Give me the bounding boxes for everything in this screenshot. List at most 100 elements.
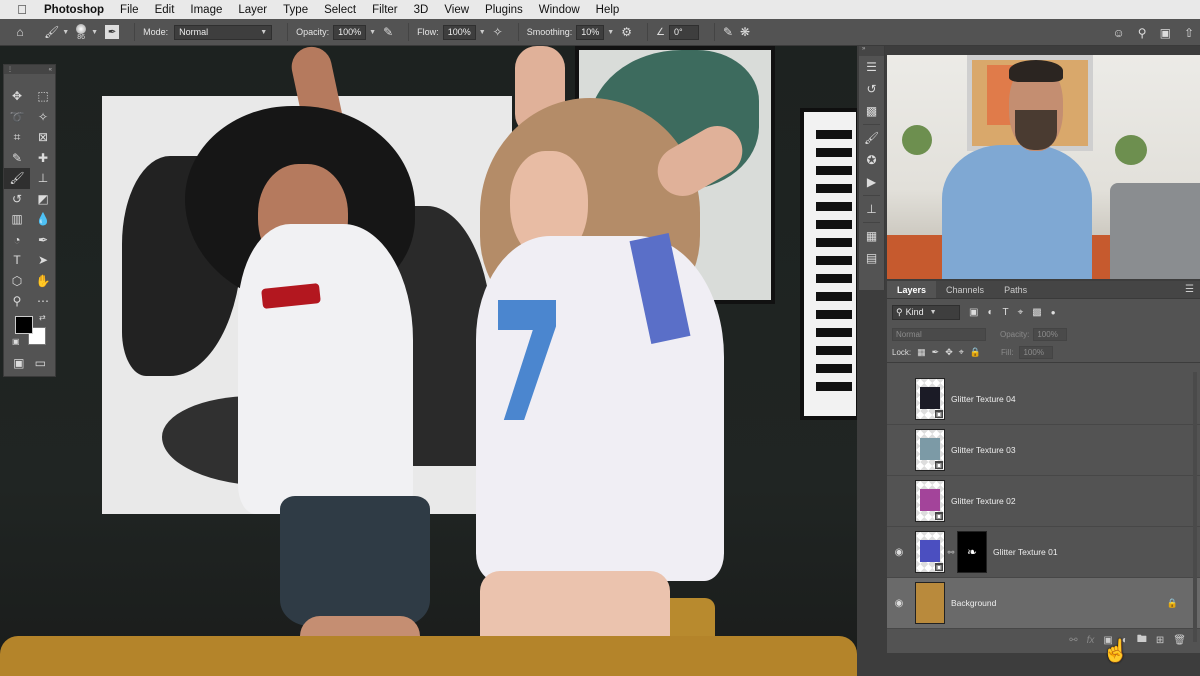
filter-toggle-icon[interactable]: ● — [1051, 308, 1056, 317]
visibility-eye-icon[interactable]: ◉ — [887, 598, 911, 609]
layer-row[interactable]: ▣ Glitter Texture 02 — [887, 476, 1200, 527]
menu-image[interactable]: Image — [182, 4, 230, 16]
menu-window[interactable]: Window — [531, 4, 588, 16]
lock-image-icon[interactable]: ✒ — [932, 347, 940, 358]
layer-thumbnail[interactable]: ▣ — [915, 480, 945, 522]
menu-filter[interactable]: Filter — [364, 4, 406, 16]
lock-transparency-icon[interactable]: ▦ — [917, 347, 926, 358]
properties-panel-icon[interactable]: ▦ — [859, 225, 884, 247]
opacity-input[interactable]: 100% — [333, 24, 367, 40]
smoothing-settings-gear-icon[interactable]: ⚙ — [621, 25, 632, 39]
lock-position-icon[interactable]: ✥ — [945, 347, 953, 358]
chevron-down-icon[interactable]: ▼ — [607, 29, 614, 36]
menu-plugins[interactable]: Plugins — [477, 4, 531, 16]
move-tool-icon[interactable]: ✥ — [4, 86, 30, 107]
marquee-tool-icon[interactable]: ⬚ — [30, 86, 56, 107]
mode-select[interactable]: Normal ▼ — [174, 24, 273, 40]
brush-preset-icon[interactable]: 🖌 — [44, 25, 59, 39]
document-canvas[interactable] — [0, 46, 857, 676]
chevron-down-icon[interactable]: ▼ — [91, 29, 98, 36]
layer-thumbnail[interactable]: ▣ — [915, 531, 945, 573]
layer-name[interactable]: Glitter Texture 01 — [993, 547, 1058, 557]
more-tools-icon[interactable]: ⋯ — [30, 291, 56, 312]
actions-panel-icon[interactable]: ▶ — [859, 171, 884, 193]
history-brush-tool-icon[interactable]: ↺ — [4, 189, 30, 210]
zoom-tool-icon[interactable]: ⚲ — [4, 291, 30, 312]
brush-settings-icon[interactable]: ✒ — [105, 25, 120, 39]
layer-name[interactable]: Glitter Texture 04 — [951, 394, 1016, 404]
layer-mask-thumbnail[interactable]: ❧ — [957, 531, 987, 573]
lock-artboard-icon[interactable]: ⌖ — [959, 347, 964, 358]
layer-style-fx-icon[interactable]: fx — [1087, 635, 1095, 646]
new-group-folder-icon[interactable]: 🖿 — [1137, 632, 1147, 649]
menu-select[interactable]: Select — [316, 4, 364, 16]
history-icon[interactable]: ↺ — [859, 78, 884, 100]
healing-brush-tool-icon[interactable]: ✚ — [30, 148, 56, 169]
stamp-tool-icon[interactable]: ⊥ — [30, 168, 56, 189]
filter-kind-select[interactable]: ⚲ Kind ▼ — [892, 304, 960, 320]
tab-channels[interactable]: Channels — [936, 281, 994, 298]
symmetry-butterfly-icon[interactable]: ❋ — [740, 25, 750, 39]
mask-link-chain-icon[interactable]: ⚯ — [945, 548, 957, 557]
tab-layers[interactable]: Layers — [887, 281, 937, 298]
airbrush-icon[interactable]: ✧ — [493, 25, 503, 39]
hand-tool-icon[interactable]: ✋ — [30, 271, 56, 292]
layer-row[interactable]: ▣ Glitter Texture 03 — [887, 425, 1200, 476]
brush-settings-panel-icon[interactable]: 🖌 — [859, 127, 884, 149]
notes-panel-icon[interactable]: ▤ — [859, 247, 884, 269]
libraries-icon[interactable]: ▩ — [859, 100, 884, 122]
eyedropper-tool-icon[interactable]: ✎ — [4, 148, 30, 169]
chevron-down-icon[interactable]: ▼ — [479, 29, 486, 36]
smoothing-input[interactable]: 10% — [576, 24, 605, 40]
layer-thumbnail[interactable] — [915, 582, 945, 624]
layer-row[interactable]: ◉ Background 🔒 — [887, 578, 1200, 629]
lock-all-icon[interactable]: 🔒 — [970, 347, 981, 358]
brush-tip-icon[interactable] — [76, 23, 87, 34]
flow-input[interactable]: 100% — [442, 24, 476, 40]
apple-icon[interactable]:  — [0, 2, 44, 17]
filter-smart-object-icon[interactable]: ▩ — [1032, 307, 1041, 318]
blend-mode-select[interactable]: Normal — [892, 327, 986, 341]
delete-layer-trash-icon[interactable]: 🗑 — [1173, 635, 1186, 646]
share-user-icon[interactable]: ☺ — [1113, 26, 1125, 40]
magic-wand-tool-icon[interactable]: ✧ — [30, 107, 56, 128]
menu-app-name[interactable]: Photoshop — [44, 4, 112, 16]
pen-tool-icon[interactable]: ✒ — [30, 230, 56, 251]
filter-pixel-icon[interactable]: ▣ — [969, 307, 978, 318]
clone-source-icon[interactable]: ⊥ — [859, 198, 884, 220]
menu-3d[interactable]: 3D — [406, 4, 437, 16]
menu-type[interactable]: Type — [275, 4, 316, 16]
home-icon[interactable]: ⌂ — [16, 25, 23, 39]
new-layer-icon[interactable]: ⊞ — [1156, 635, 1164, 646]
chevron-down-icon[interactable]: ▼ — [369, 29, 376, 36]
search-icon[interactable]: ⚲ — [1138, 26, 1147, 40]
layer-name[interactable]: Background — [951, 598, 996, 608]
layer-name[interactable]: Glitter Texture 02 — [951, 496, 1016, 506]
collapse-icon[interactable]: « — [49, 67, 52, 73]
layer-thumbnail[interactable]: ▣ — [915, 429, 945, 471]
tab-paths[interactable]: Paths — [994, 281, 1037, 298]
menu-layer[interactable]: Layer — [230, 4, 275, 16]
chevron-down-icon[interactable]: ▼ — [62, 29, 69, 36]
frame-tool-icon[interactable]: ⊠ — [30, 127, 56, 148]
layer-name[interactable]: Glitter Texture 03 — [951, 445, 1016, 455]
brush-tool-icon[interactable]: 🖌 — [4, 168, 30, 189]
lasso-tool-icon[interactable]: ➰ — [4, 107, 30, 128]
layer-row[interactable]: ▣ Glitter Texture 04 — [887, 374, 1200, 425]
filter-type-icon[interactable]: T — [1003, 307, 1009, 318]
swatches-panel-icon[interactable]: ✪ — [859, 149, 884, 171]
visibility-eye-icon[interactable]: ◉ — [887, 547, 911, 558]
tools-panel-header[interactable]: ⋮ « — [4, 65, 55, 74]
layer-row[interactable]: ◉ ▣ ⚯ ❧ Glitter Texture 01 — [887, 527, 1200, 578]
pressure-opacity-icon[interactable]: ✎ — [383, 25, 393, 39]
eraser-tool-icon[interactable]: ◩ — [30, 189, 56, 210]
strip-header[interactable]: » — [859, 46, 884, 56]
crop-tool-icon[interactable]: ⌗ — [4, 127, 30, 148]
swap-colors-icon[interactable]: ⇄ — [39, 313, 46, 322]
workspace-icon[interactable]: ▣ — [1160, 26, 1171, 40]
menu-file[interactable]: File — [112, 4, 147, 16]
shape-tool-icon[interactable]: ⬡ — [4, 271, 30, 292]
link-layers-icon[interactable]: ⚯ — [1069, 635, 1077, 646]
layers-scrollbar[interactable] — [1193, 372, 1197, 642]
panel-menu-icon[interactable]: ☰ — [1185, 284, 1194, 295]
